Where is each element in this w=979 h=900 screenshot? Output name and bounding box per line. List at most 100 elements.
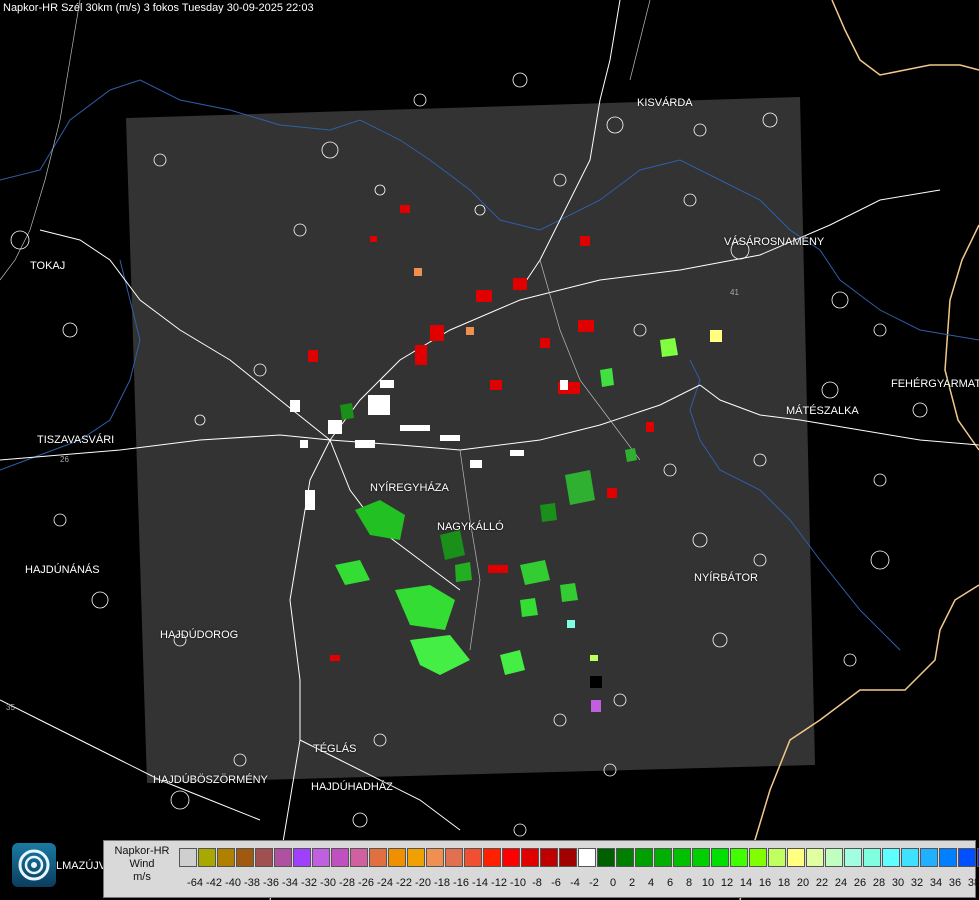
legend-tick-label: -16: [453, 877, 469, 889]
legend-swatch: [464, 848, 482, 867]
legend-swatch: [407, 848, 425, 867]
legend-tick-label: -6: [551, 877, 561, 889]
legend-tick-label: -38: [244, 877, 260, 889]
legend-tick-label: 2: [628, 877, 636, 889]
road-number-35: 35: [6, 703, 15, 712]
legend-tick-label: 8: [685, 877, 693, 889]
legend-tick-label: 4: [647, 877, 655, 889]
legend-ticks: -64 -42 -40 -38 -36 -34 -32 -30 -28 -26 -24 -22 -20-…: [179, 877, 979, 891]
legend-tick-label: 18: [777, 877, 791, 889]
legend-swatch: [293, 848, 311, 867]
legend-swatch: [730, 848, 748, 867]
logo-icon: [12, 843, 56, 887]
legend-tick-label: -14: [472, 877, 488, 889]
legend-tick-label: 34: [929, 877, 943, 889]
city-label-hajdunanas: HAJDÚNÁNÁS: [25, 564, 100, 576]
city-label-hajdudorog: HAJDÚDOROG: [160, 629, 239, 641]
legend-tick-label: -24: [377, 877, 393, 889]
legend-swatch: [654, 848, 672, 867]
legend-tick-label: 36: [948, 877, 962, 889]
city-label-fehergyarmat: FEHÉRGYARMAT: [891, 378, 979, 390]
legend-tick-label: -4: [570, 877, 580, 889]
legend-swatch: [958, 848, 976, 867]
legend-swatch: [217, 848, 235, 867]
city-label-nagykallo: NAGYKÁLLÓ: [437, 521, 504, 533]
legend-swatch: [863, 848, 881, 867]
legend-swatch: [597, 848, 615, 867]
legend-swatches: [179, 848, 979, 869]
legend-swatch: [312, 848, 330, 867]
legend-swatch: [540, 848, 558, 867]
road-number-26: 26: [60, 455, 69, 464]
legend-tick-label: -28: [339, 877, 355, 889]
legend-tick-label: -22: [396, 877, 412, 889]
legend-swatch: [920, 848, 938, 867]
legend-tick-label: 24: [834, 877, 848, 889]
legend-swatch: [616, 848, 634, 867]
city-label-tokaj: TOKAJ: [30, 260, 66, 272]
legend-swatch: [521, 848, 539, 867]
legend-swatch: [787, 848, 805, 867]
legend-tick-label: 16: [758, 877, 772, 889]
legend-tick-label: -8: [532, 877, 542, 889]
legend-swatch: [198, 848, 216, 867]
legend-swatch: [255, 848, 273, 867]
legend-swatch: [749, 848, 767, 867]
legend-variable: Wind: [129, 858, 155, 870]
legend-swatch: [331, 848, 349, 867]
city-label-nyirbator: NYÍRBÁTOR: [694, 572, 758, 584]
legend-tick-label: -12: [491, 877, 507, 889]
legend-tick-label: -42: [206, 877, 222, 889]
road-number-41: 41: [730, 288, 739, 297]
city-label-mateszalka: MÁTÉSZALKA: [786, 405, 859, 417]
legend-tick-label: -20: [415, 877, 431, 889]
legend-label: Napkor-HR Wind m/s: [106, 845, 178, 884]
legend-tick-label: -36: [263, 877, 279, 889]
city-label-nyiregyhaza: NYÍREGYHÁZA: [370, 482, 449, 494]
legend-tick-label: -40: [225, 877, 241, 889]
legend-tick-label: 22: [815, 877, 829, 889]
legend-swatch: [274, 848, 292, 867]
legend-swatch: [806, 848, 824, 867]
legend-swatch: [578, 848, 596, 867]
legend-swatch: [901, 848, 919, 867]
legend-swatch: [350, 848, 368, 867]
legend-tick-label: 20: [796, 877, 810, 889]
legend-swatch: [426, 848, 444, 867]
legend-tick-label: -26: [358, 877, 374, 889]
legend-product: Napkor-HR: [114, 845, 170, 857]
legend-swatch: [483, 848, 501, 867]
legend-swatch: [882, 848, 900, 867]
legend-swatch: [939, 848, 957, 867]
legend-swatch: [388, 848, 406, 867]
legend-swatch: [369, 848, 387, 867]
color-legend: Napkor-HR Wind m/s -64 -42 -40 -38 -36 -34 -32…: [103, 840, 979, 898]
legend-swatch: [559, 848, 577, 867]
legend-tick-label: -10: [510, 877, 526, 889]
legend-swatch: [711, 848, 729, 867]
legend-swatch: [445, 848, 463, 867]
legend-tick-label: 32: [910, 877, 924, 889]
legend-swatch: [692, 848, 710, 867]
legend-tick-label: -18: [434, 877, 450, 889]
radar-map: 26 35 41: [0, 0, 979, 900]
legend-tick-label: 6: [666, 877, 674, 889]
legend-tick-label: -30: [320, 877, 336, 889]
legend-tick-label: 0: [609, 877, 617, 889]
legend-tick-label: 38: [967, 877, 979, 889]
city-label-vasarosnameny: VÁSÁROSNAMÉNY: [724, 236, 825, 248]
legend-tick-label: -64: [187, 877, 203, 889]
legend-tick-label: -34: [282, 877, 298, 889]
legend-swatch: [673, 848, 691, 867]
map-title: Napkor-HR Szél 30km (m/s) 3 fokos Tuesda…: [3, 2, 314, 14]
legend-tick-label: -32: [301, 877, 317, 889]
city-label-tiszavasvari: TISZAVASVÁRI: [37, 434, 115, 446]
city-label-teglas: TÉGLÁS: [313, 743, 357, 755]
legend-tick-label: 26: [853, 877, 867, 889]
city-label-hajduboszormeny: HAJDÚBÖSZÖRMÉNY: [153, 774, 268, 786]
legend-swatch: [825, 848, 843, 867]
radar-coverage-area: [126, 97, 815, 783]
legend-swatch: [179, 848, 197, 867]
legend-unit: m/s: [133, 871, 151, 883]
legend-tick-label: 14: [739, 877, 753, 889]
